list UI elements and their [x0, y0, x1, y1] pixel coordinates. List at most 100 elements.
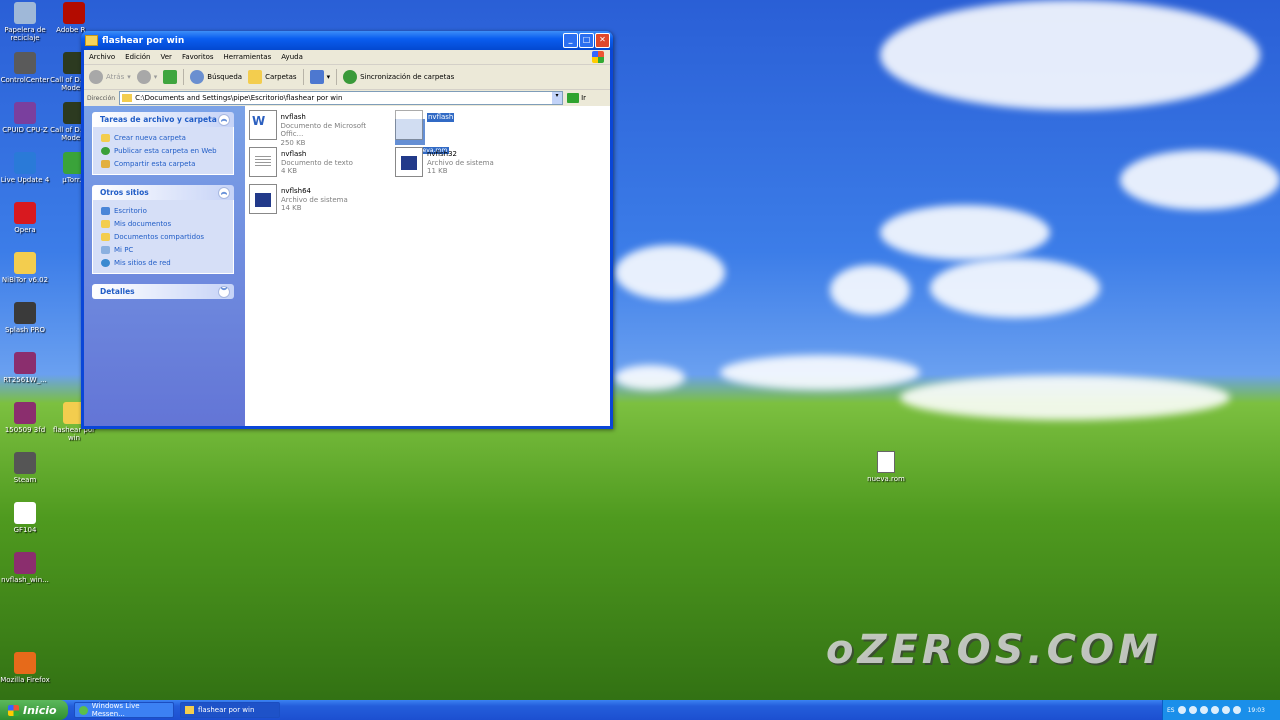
sync-folders-button[interactable]: Sincronización de carpetas	[343, 70, 454, 84]
link-my-documents[interactable]: Mis documentos	[101, 217, 233, 230]
file-item[interactable]: W nvflash Documento de Microsoft Offic...…	[249, 110, 389, 147]
menu-herramientas[interactable]: Herramientas	[224, 53, 272, 61]
desktop-icon-l4[interactable]: Opera	[0, 202, 51, 234]
desktop-icon-l6[interactable]: Splash PRO	[0, 302, 51, 334]
maximize-button[interactable]: □	[579, 33, 594, 48]
address-dropdown-button[interactable]: ▾	[552, 92, 563, 104]
link-my-computer[interactable]: Mi PC	[101, 243, 233, 256]
tray-icon[interactable]	[1232, 706, 1241, 714]
desktop-icon-label: Live Update 4	[0, 176, 50, 184]
watermark: oZEROS.COM	[826, 627, 1162, 673]
clock[interactable]: 19:03	[1248, 707, 1265, 714]
desktop-icon-label: Opera	[14, 226, 36, 234]
views-button[interactable]: ▾	[309, 70, 330, 84]
app-icon	[14, 52, 36, 74]
panel-header[interactable]: Otros sitios ︽	[92, 185, 234, 200]
link-publish-web[interactable]: Publicar esta carpeta en Web	[101, 144, 233, 157]
file-item[interactable]: nvflash Documento de texto 4 KB	[249, 147, 389, 177]
app-icon	[14, 202, 36, 224]
menu-archivo[interactable]: Archivo	[89, 53, 115, 61]
search-label: Búsqueda	[207, 73, 243, 81]
back-label: Atrás	[106, 73, 125, 81]
tray-icon[interactable]	[1199, 706, 1208, 714]
desktop-icon-l12[interactable]: Mozilla Firefox	[0, 652, 51, 684]
collapse-icon[interactable]: ︽	[218, 114, 230, 126]
taskbar-item-messenger[interactable]: Windows Live Messen...	[74, 702, 174, 718]
go-button[interactable]: Ir	[567, 93, 586, 103]
desktop-icon-label: Mozilla Firefox	[0, 676, 50, 684]
folders-button[interactable]: Carpetas	[248, 70, 297, 84]
folder-icon	[101, 232, 110, 241]
folders-icon	[248, 70, 263, 84]
title-bar[interactable]: flashear por win _ □ ✕	[81, 31, 613, 50]
file-item[interactable]: nvflsh64 Archivo de sistema 14 KB	[249, 184, 389, 214]
collapse-icon[interactable]: ︽	[218, 187, 230, 199]
menu-favoritos[interactable]: Favoritos	[182, 53, 214, 61]
desktop-icon-l7[interactable]: RT2561W_...	[0, 352, 51, 384]
desktop-icon-l10[interactable]: GF104	[0, 502, 51, 534]
app-icon	[14, 302, 36, 324]
link-desktop[interactable]: Escritorio	[101, 204, 233, 217]
panel-other-places: Otros sitios ︽ Escritorio Mis documentos…	[92, 185, 234, 274]
desktop-icon-r0[interactable]: Adobe R...	[48, 2, 100, 34]
expand-icon[interactable]: ︾	[218, 286, 230, 298]
start-button[interactable]: Inicio	[0, 700, 68, 720]
go-label: Ir	[581, 94, 587, 102]
forward-button[interactable]: ▾	[136, 70, 157, 84]
system-file-icon	[395, 110, 423, 140]
explorer-window[interactable]: flashear por win _ □ ✕ Archivo Edición V…	[81, 31, 613, 429]
desktop-icon-l0[interactable]: Papelera de reciclaje	[0, 2, 51, 42]
desktop-icon-l1[interactable]: ControlCenter	[0, 52, 51, 84]
toolbar: Atrás ▾ ▾ Búsqueda Carpetas ▾ Sincroniza…	[84, 65, 610, 90]
file-item[interactable]: nvflsh32 Archivo de sistema 11 KB	[395, 147, 535, 177]
desktop-icon-l3[interactable]: Live Update 4	[0, 152, 51, 184]
menu-ayuda[interactable]: Ayuda	[281, 53, 303, 61]
desktop-icon-l2[interactable]: CPUID CPU-Z	[0, 102, 51, 134]
app-icon	[14, 452, 36, 474]
app-icon	[14, 252, 36, 274]
menu-ver[interactable]: Ver	[161, 53, 172, 61]
minimize-button[interactable]: _	[563, 33, 578, 48]
app-icon	[14, 552, 36, 574]
file-item[interactable]: nvflash	[395, 110, 535, 140]
desktop-icon-l11[interactable]: nvflash_win...	[0, 552, 51, 584]
back-arrow-icon	[89, 70, 103, 84]
word-document-icon: W	[249, 110, 277, 140]
tray-icon[interactable]	[1177, 706, 1186, 714]
file-list[interactable]: W nvflash Documento de Microsoft Offic...…	[245, 106, 610, 426]
link-new-folder[interactable]: Crear nueva carpeta	[101, 131, 233, 144]
tray-icon[interactable]	[1210, 706, 1219, 714]
network-icon	[101, 258, 110, 267]
desktop-icon-label: Papelera de reciclaje	[4, 26, 46, 42]
desktop-icon-l8[interactable]: 150509 3fd	[0, 402, 51, 434]
close-button[interactable]: ✕	[595, 33, 610, 48]
menu-edicion[interactable]: Edición	[125, 53, 150, 61]
language-indicator[interactable]: ES	[1167, 707, 1175, 714]
rom-file-icon	[877, 451, 895, 473]
app-icon	[14, 102, 36, 124]
app-icon	[14, 402, 36, 424]
link-network-places[interactable]: Mis sitios de red	[101, 256, 233, 269]
back-button[interactable]: Atrás ▾	[89, 70, 131, 84]
desktop-icon-l9[interactable]: Steam	[0, 452, 51, 484]
panel-header[interactable]: Tareas de archivo y carpeta ︽	[92, 112, 234, 127]
tray-icon[interactable]	[1188, 706, 1197, 714]
desktop-icon-l5[interactable]: NiBiTor v6.02	[0, 252, 51, 284]
search-button[interactable]: Búsqueda	[190, 70, 242, 84]
taskbar-item-explorer[interactable]: flashear por win	[180, 702, 280, 718]
link-shared-documents[interactable]: Documentos compartidos	[101, 230, 233, 243]
new-folder-icon	[101, 133, 110, 142]
messenger-icon	[79, 705, 88, 715]
panel-header[interactable]: Detalles ︾	[92, 284, 234, 299]
address-input[interactable]: C:\Documents and Settings\pipe\Escritori…	[119, 91, 564, 105]
desktop-icon-label: CPUID CPU-Z	[2, 126, 48, 134]
desktop-file-nueva-rom[interactable]: nueva.rom	[866, 451, 906, 483]
link-share-folder[interactable]: Compartir esta carpeta	[101, 157, 233, 170]
folders-label: Carpetas	[265, 73, 297, 81]
window-title: flashear por win	[102, 35, 185, 46]
up-folder-button[interactable]	[163, 70, 178, 84]
panel-details: Detalles ︾	[92, 284, 234, 299]
tray-icon[interactable]	[1221, 706, 1230, 714]
folder-icon	[85, 35, 98, 46]
text-document-icon	[249, 147, 277, 177]
